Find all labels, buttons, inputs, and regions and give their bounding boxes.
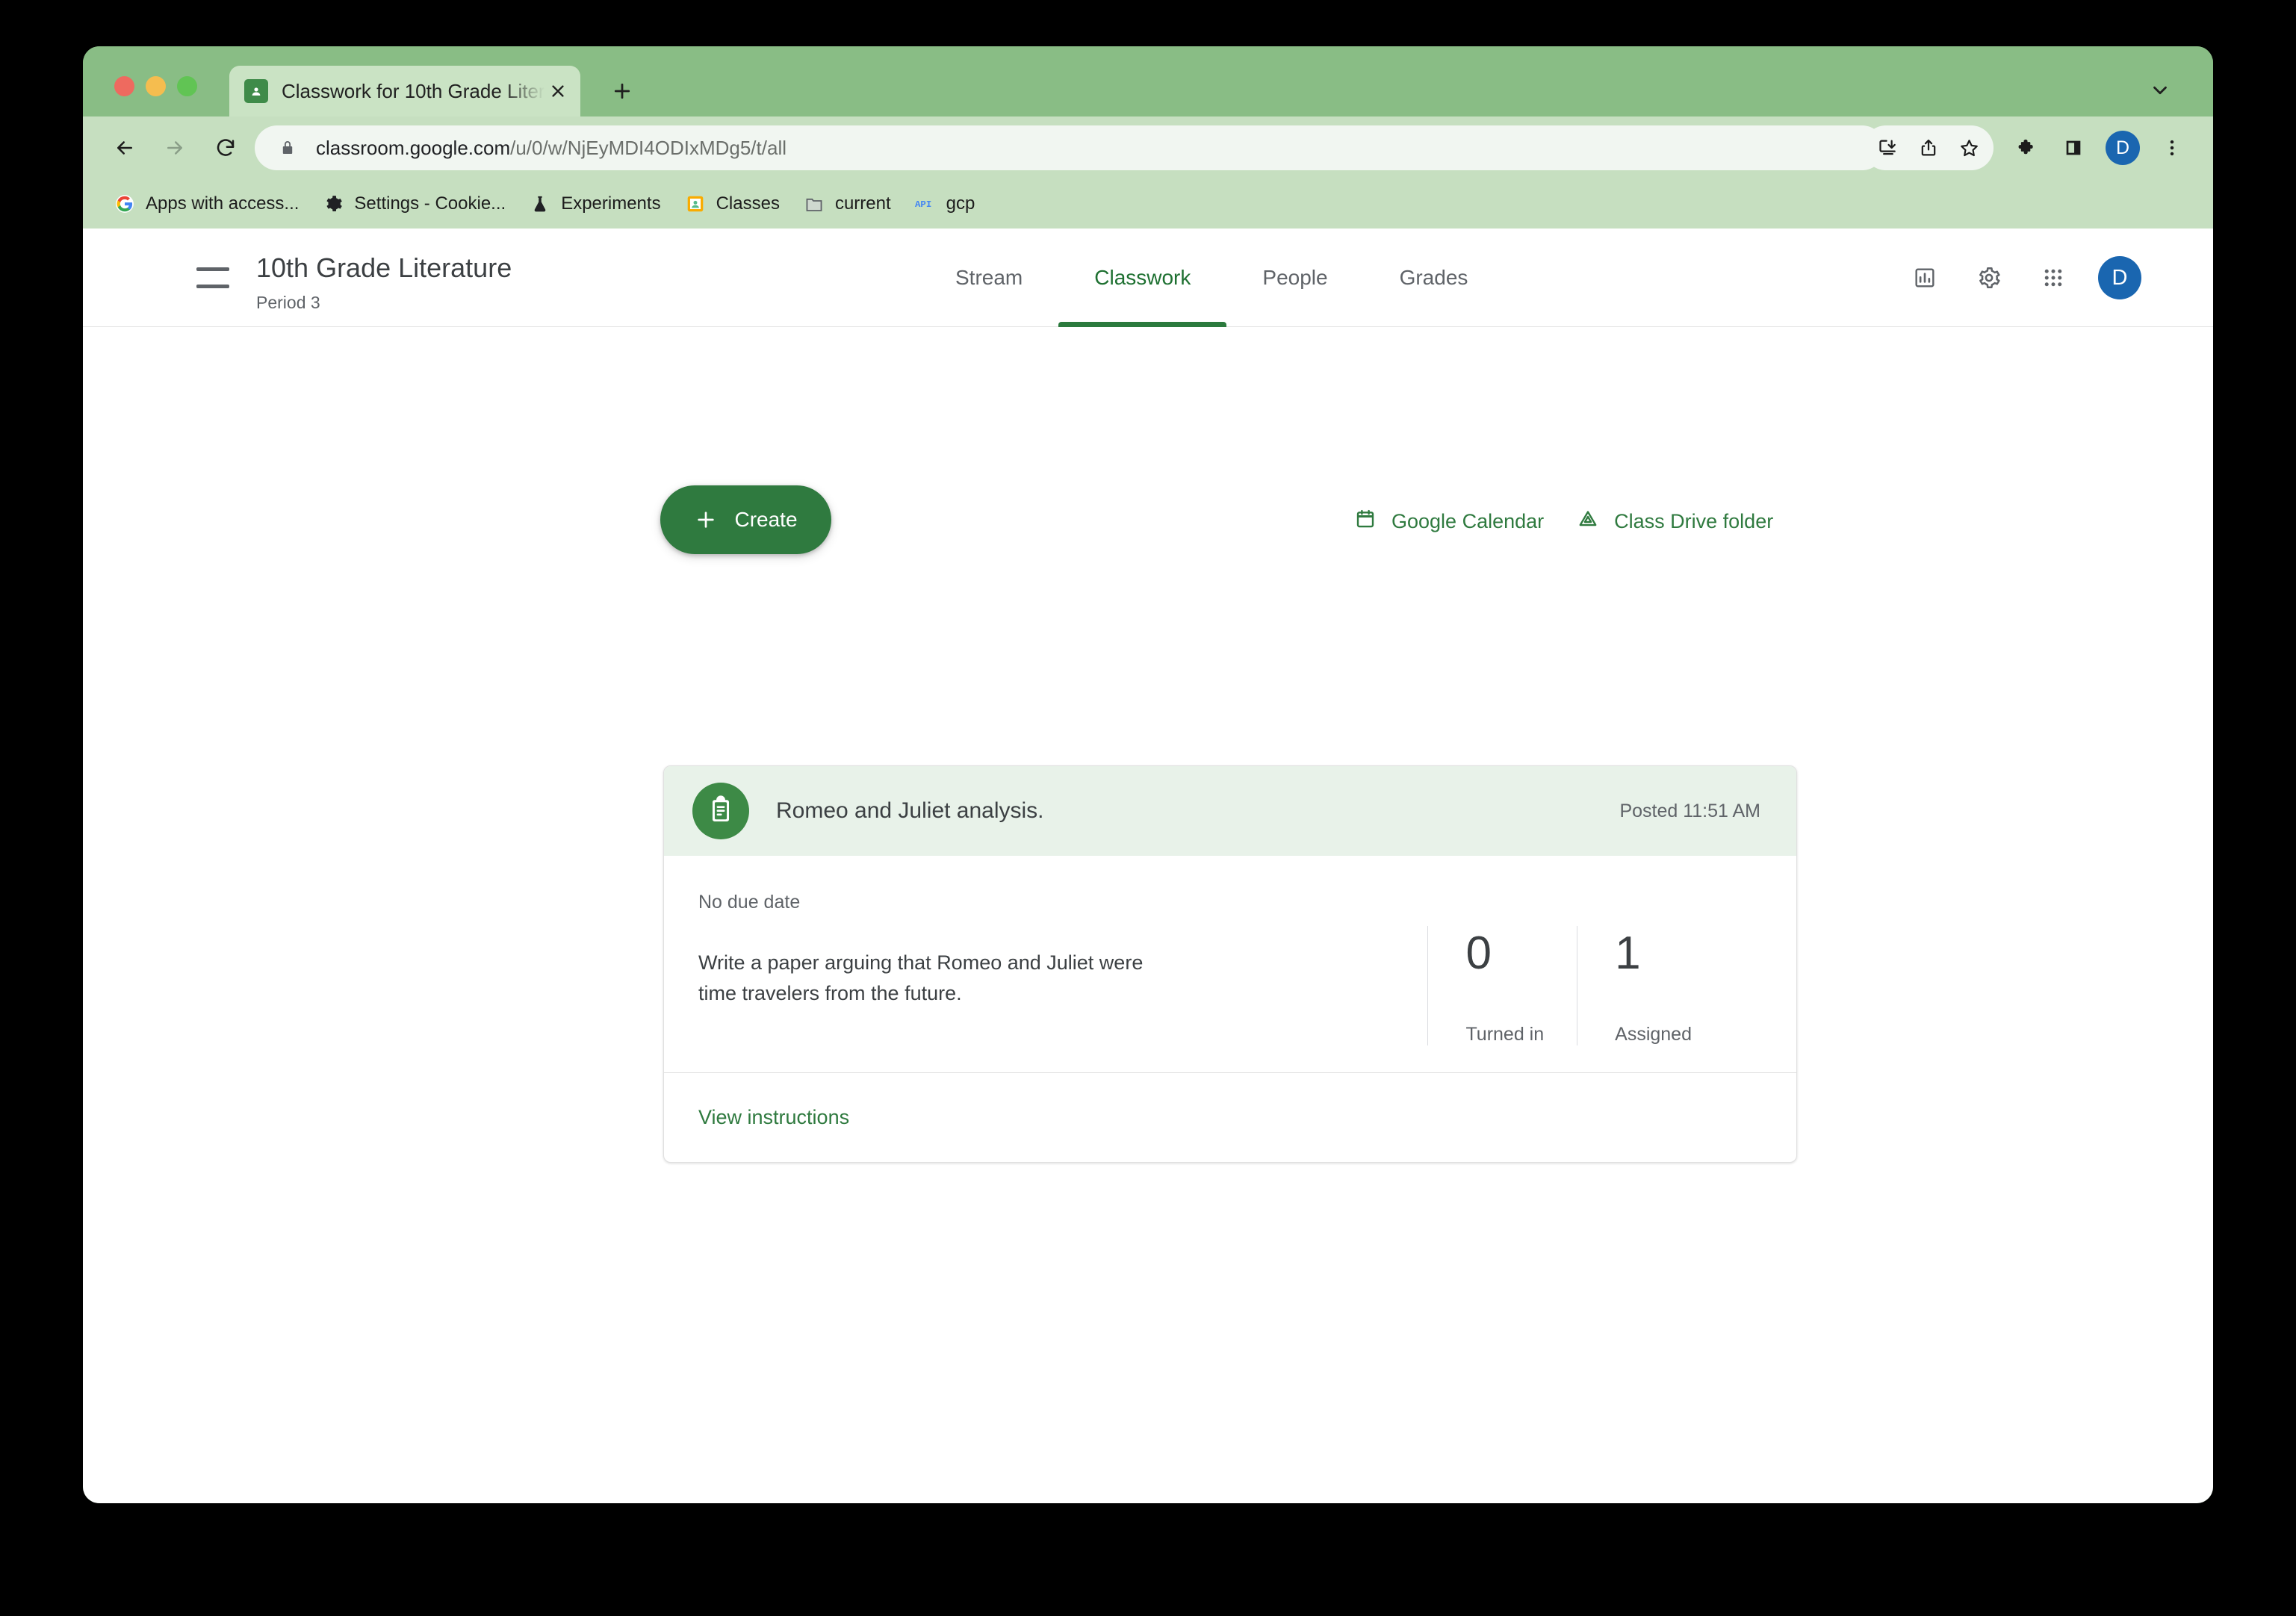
bookmarks-bar: Apps with access... Settings - Cookie...… (83, 179, 2213, 229)
class-drive-folder-link[interactable]: Class Drive folder (1560, 500, 1790, 543)
window-close-button[interactable] (114, 76, 134, 96)
bookmark-gcp[interactable]: API gcp (903, 186, 987, 222)
folder-icon (804, 193, 825, 214)
assignment-card-footer: View instructions (664, 1072, 1796, 1162)
create-button-label: Create (734, 508, 798, 531)
count-label: Assigned (1615, 1024, 1692, 1045)
link-label: Google Calendar (1391, 510, 1545, 532)
bookmark-label: Experiments (561, 193, 661, 214)
url-domain: classroom.google.com (316, 136, 511, 159)
window-minimize-button[interactable] (146, 76, 166, 96)
forward-button[interactable] (155, 128, 194, 167)
assignment-clipboard-icon (692, 783, 749, 839)
classroom-icon (685, 193, 706, 214)
assignment-status-counts: 0 Turned in 1 Assigned (1427, 926, 1725, 1045)
tab-grades[interactable]: Grades (1364, 229, 1504, 327)
gear-icon (323, 193, 344, 214)
lock-icon (279, 139, 297, 157)
bookmark-apps-with-access[interactable]: Apps with access... (102, 186, 311, 222)
omnibox-action-pill (1864, 125, 1994, 170)
toolbar-right-icons: D (1864, 125, 2192, 170)
browser-tab[interactable]: Classwork for 10th Grade Litera (229, 66, 580, 116)
tab-strip: Classwork for 10th Grade Litera (83, 46, 2213, 116)
assignment-due-date: No due date (698, 892, 801, 913)
bookmark-settings-cookies[interactable]: Settings - Cookie... (311, 186, 518, 222)
bookmark-classes[interactable]: Classes (673, 186, 792, 222)
browser-window: Classwork for 10th Grade Litera classroo… (83, 46, 2213, 1503)
assignment-description: Write a paper arguing that Romeo and Jul… (698, 951, 1144, 1004)
link-label: Class Drive folder (1614, 510, 1774, 532)
count-value: 0 (1465, 927, 1492, 979)
page-title: 10th Grade Literature (256, 252, 512, 283)
assignment-card-body: No due date Write a paper arguing that R… (664, 856, 1796, 1072)
browser-toolbar: classroom.google.com/u/0/w/NjEyMDI4ODIxM… (83, 116, 2213, 179)
bookmark-experiments[interactable]: Experiments (518, 186, 672, 222)
class-section-subtitle: Period 3 (256, 293, 320, 312)
assignment-title: Romeo and Juliet analysis. (776, 798, 1044, 823)
share-icon[interactable] (1908, 128, 1949, 168)
address-bar[interactable]: classroom.google.com/u/0/w/NjEyMDI4ODIxM… (255, 125, 1884, 170)
drive-icon (1577, 508, 1599, 535)
calendar-icon (1354, 508, 1377, 535)
class-nav-tabs: Stream Classwork People Grades (919, 229, 1504, 327)
window-maximize-button[interactable] (177, 76, 197, 96)
turned-in-count[interactable]: 0 Turned in (1427, 926, 1577, 1045)
account-avatar[interactable]: D (2098, 256, 2141, 299)
api-icon: API (915, 193, 936, 214)
google-calendar-link[interactable]: Google Calendar (1338, 500, 1560, 543)
google-classroom-favicon-icon (244, 79, 268, 103)
tab-classwork[interactable]: Classwork (1058, 229, 1227, 327)
page-viewport: 10th Grade Literature Period 3 Stream Cl… (83, 229, 2213, 1503)
svg-text:API: API (915, 199, 931, 210)
extensions-puzzle-icon[interactable] (2007, 128, 2047, 168)
assignment-card[interactable]: Romeo and Juliet analysis. Posted 11:51 … (663, 765, 1797, 1163)
insights-icon[interactable] (1905, 258, 1944, 297)
hamburger-menu-icon[interactable] (196, 263, 229, 293)
bookmark-label: gcp (946, 193, 975, 214)
bookmark-current-folder[interactable]: current (792, 186, 903, 222)
browser-profile-avatar[interactable]: D (2106, 131, 2140, 165)
chrome-menu-icon[interactable] (2152, 128, 2192, 168)
app-header-actions: D (1905, 229, 2141, 327)
new-tab-button[interactable] (606, 75, 639, 108)
apps-grid-icon[interactable] (2034, 258, 2073, 297)
bookmark-label: Classes (716, 193, 780, 214)
bookmark-label: Apps with access... (146, 193, 300, 214)
bookmark-star-icon[interactable] (1949, 128, 1989, 168)
assigned-count[interactable]: 1 Assigned (1577, 926, 1725, 1045)
view-instructions-link[interactable]: View instructions (698, 1106, 849, 1129)
count-value: 1 (1615, 927, 1641, 979)
chevron-down-icon[interactable] (2149, 79, 2171, 105)
classwork-toolbar-links: Google Calendar Class Drive folder (1338, 500, 1790, 543)
assignment-posted-time: Posted 11:51 AM (1619, 800, 1760, 821)
tab-close-icon[interactable] (544, 78, 571, 105)
classroom-app-header: 10th Grade Literature Period 3 Stream Cl… (83, 229, 2213, 327)
flask-icon (530, 193, 550, 214)
tab-people[interactable]: People (1226, 229, 1363, 327)
count-label: Turned in (1465, 1024, 1545, 1045)
create-button[interactable]: Create (660, 485, 831, 554)
side-panel-icon[interactable] (2053, 128, 2094, 168)
bookmark-label: Settings - Cookie... (354, 193, 506, 214)
bookmark-label: current (834, 193, 891, 214)
google-g-icon (114, 193, 135, 214)
plus-icon (698, 512, 715, 528)
reload-button[interactable] (206, 128, 245, 167)
url-path: /u/0/w/NjEyMDI4ODIxMDg5/t/all (510, 136, 786, 159)
back-button[interactable] (105, 128, 144, 167)
assignment-card-header[interactable]: Romeo and Juliet analysis. Posted 11:51 … (664, 766, 1796, 856)
install-app-icon[interactable] (1868, 128, 1908, 168)
tab-stream[interactable]: Stream (919, 229, 1058, 327)
address-bar-url: classroom.google.com/u/0/w/NjEyMDI4ODIxM… (316, 137, 786, 160)
browser-tab-title: Classwork for 10th Grade Litera (282, 79, 544, 102)
gear-icon[interactable] (1970, 258, 2008, 297)
